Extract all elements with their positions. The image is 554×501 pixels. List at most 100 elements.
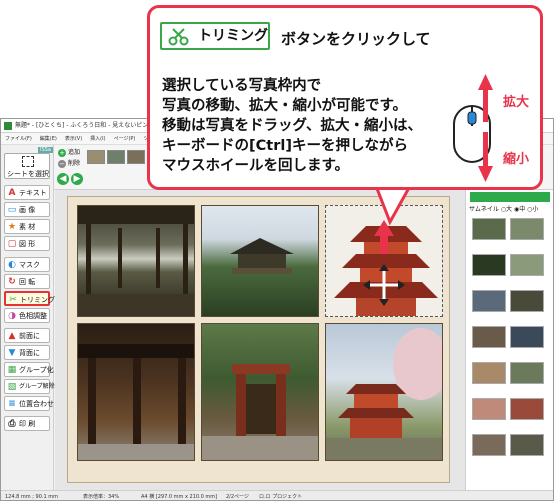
page-thumbnail[interactable]	[87, 150, 105, 164]
thumbnail-size-control[interactable]: サムネイル ○大 ◉中 ○小	[469, 204, 538, 213]
photo-frame[interactable]	[201, 323, 319, 461]
material-thumbnail[interactable]	[510, 290, 544, 312]
tool-button-3[interactable]: ▢ 図 形	[4, 236, 50, 251]
material-thumbnail[interactable]	[472, 326, 506, 348]
tool-button-12[interactable]: ≡ 位置合わせ	[4, 396, 54, 411]
material-thumbnail[interactable]	[472, 398, 506, 420]
photo-frame[interactable]	[201, 205, 319, 317]
page-sheet	[67, 196, 450, 483]
tool-label: 画 像	[19, 206, 36, 214]
select-icon	[22, 156, 34, 167]
tool-button-1[interactable]: ▭ 画 像	[4, 202, 50, 217]
photo-frame[interactable]	[77, 323, 195, 461]
minus-icon: −	[58, 159, 66, 168]
trimming-button-illustration: トリミング	[160, 22, 270, 50]
tool-label: テキスト	[19, 189, 47, 197]
photo-frame[interactable]	[77, 205, 195, 317]
material-thumbnail[interactable]	[472, 218, 506, 240]
menu-item[interactable]: 編集(E)	[40, 136, 57, 142]
tool-button-9[interactable]: ▼ 背面に	[4, 345, 50, 360]
material-thumbnail[interactable]	[472, 254, 506, 276]
status-bar: 124.8 mm ; 90.1 mm 表示倍率：34% A4 横 [297.0 …	[1, 490, 553, 500]
tool-button-4[interactable]: ◐ マスク	[4, 257, 50, 272]
tool-label: グループ解除	[19, 383, 55, 390]
tool-label: 背面に	[19, 349, 40, 357]
align-icon: ≡	[8, 399, 16, 409]
tool-button-13[interactable]: ⎙ 印 刷	[4, 416, 50, 431]
tool-button-8[interactable]: ▲ 前面に	[4, 328, 50, 343]
add-page-button[interactable]: + 追加	[58, 148, 80, 158]
material-thumbnail[interactable]	[510, 398, 544, 420]
thumbnail-size-options[interactable]: ○大 ◉中 ○小	[501, 206, 539, 213]
print-icon: ⎙	[8, 419, 16, 429]
callout-pointer	[374, 186, 412, 226]
zoom-out-label: 縮小	[503, 152, 530, 167]
status-layer: ロ.ロ プロジェクト	[259, 494, 303, 500]
prev-page-button[interactable]: ◀	[57, 173, 69, 185]
page-thumbnail[interactable]	[107, 150, 125, 164]
menu-item[interactable]: ファイル(F)	[5, 136, 32, 142]
menu-item[interactable]: 表示(V)	[65, 136, 82, 142]
status-coords: 124.8 mm ; 90.1 mm	[5, 494, 58, 500]
material-thumbnail[interactable]	[510, 254, 544, 276]
delete-label: 削除	[68, 160, 81, 167]
shape-icon: ▢	[7, 239, 17, 249]
tool-label: 回 転	[19, 278, 36, 286]
tool-button-0[interactable]: A テキスト	[4, 185, 50, 200]
tool-button-6[interactable]: ✂ トリミング	[4, 291, 55, 306]
callout-line: 移動は写真をドラッグ、拡大・縮小は、	[162, 118, 422, 134]
callout-line: 写真の移動、拡大・縮小が可能です。	[162, 98, 408, 114]
add-label: 追加	[68, 149, 81, 156]
tool-button-11[interactable]: ▧ グループ解除	[4, 379, 55, 394]
image-icon: ▭	[7, 205, 17, 215]
mouse-wheel-illustration	[453, 74, 493, 182]
trimming-label: トリミング	[198, 28, 268, 44]
callout-title: ボタンをクリックして	[281, 30, 431, 48]
menu-item[interactable]: ページ(P)	[114, 136, 136, 142]
tool-button-2[interactable]: ★ 素 材	[4, 219, 50, 234]
delete-page-button[interactable]: − 削除	[58, 159, 80, 169]
tool-label: グループ化	[19, 366, 54, 374]
star-icon: ★	[7, 222, 17, 232]
tool-label: 位置合わせ	[19, 400, 54, 408]
status-zoom: 表示倍率：34%	[83, 494, 120, 500]
material-thumbnail[interactable]	[472, 290, 506, 312]
tool-label: 図 形	[19, 240, 36, 248]
arrow-right-icon: ▶	[73, 174, 81, 184]
send-back-icon: ▼	[8, 348, 16, 358]
plus-icon: +	[58, 148, 66, 157]
tool-button-10[interactable]: ▦ グループ化	[4, 362, 54, 377]
arrow-left-icon: ◀	[59, 174, 67, 184]
zoom-in-label: 拡大	[503, 95, 530, 110]
color-adjust-icon: ◑	[8, 311, 16, 321]
tool-panel: ISSa シートを選択 A テキスト ▭ 画 像 ★ 素 材 ▢ 図 形 ◐ マスク ↻ 回 転 ✂ トリ…	[1, 145, 55, 490]
sheet-select-button[interactable]: シートを選択	[4, 153, 50, 179]
mask-icon: ◐	[8, 260, 16, 270]
material-thumbnail[interactable]	[510, 326, 544, 348]
material-thumbnail[interactable]	[510, 434, 544, 456]
scissors-icon: ✂	[9, 295, 17, 305]
tool-button-7[interactable]: ◑ 色相調整	[4, 308, 50, 323]
material-thumbnail[interactable]	[472, 362, 506, 384]
material-thumbnail[interactable]	[472, 434, 506, 456]
menu-item[interactable]: 挿入(I)	[90, 136, 105, 142]
callout-line: キーボードの[Ctrl]キーを押しながら	[162, 138, 408, 154]
material-thumbnail[interactable]	[510, 362, 544, 384]
sheet-select-label: シートを選択	[7, 170, 49, 178]
callout-body: 選択している写真枠内で写真の移動、拡大・縮小が可能です。 移動は写真をドラッグ、拡…	[162, 76, 462, 176]
tool-label: トリミング	[20, 296, 55, 304]
material-thumbnail[interactable]	[510, 218, 544, 240]
callout-line: 選択している写真枠内で	[162, 78, 322, 94]
callout-line: マウスホイールを回します。	[162, 158, 350, 174]
tip-callout: トリミング ボタンをクリックして 選択している写真枠内で写真の移動、拡大・縮小が…	[147, 5, 543, 190]
photo-frame[interactable]	[325, 323, 443, 461]
tool-button-5[interactable]: ↻ 回 転	[4, 274, 50, 289]
window-title: 無題* - [ひとくち] - ふくろう日和 - 見えないピンクの日	[15, 122, 167, 129]
photo-red-pagoda-blossom	[326, 328, 442, 460]
next-page-button[interactable]: ▶	[71, 173, 83, 185]
page-thumbnail[interactable]	[127, 150, 145, 164]
text-a-icon: A	[8, 188, 16, 198]
tool-label: 色相調整	[19, 312, 47, 320]
scissors-icon	[168, 28, 189, 46]
tool-label: 印 刷	[19, 420, 36, 428]
